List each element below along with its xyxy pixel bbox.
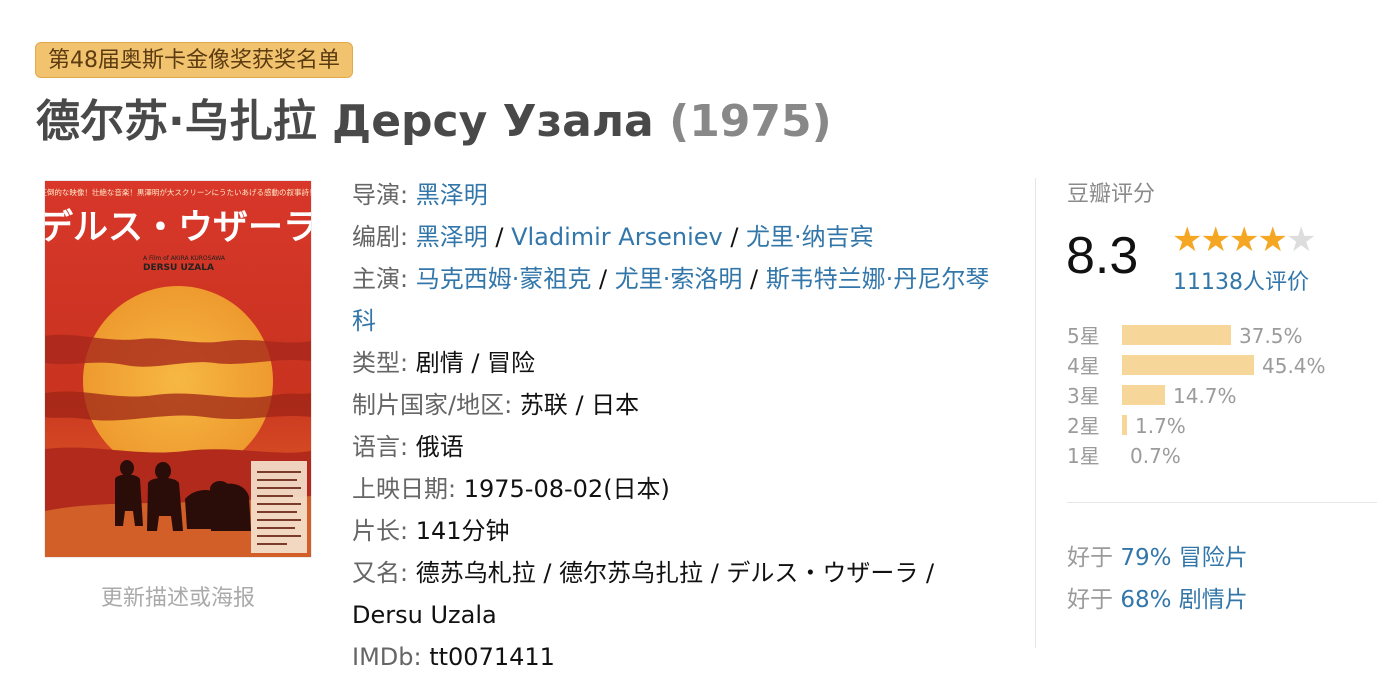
rating-distribution: 5星 37.5% 4星 45.4% 3星 14.7% 2星 1.7% 1星 0.…: [1067, 322, 1367, 472]
info-cast: 主演: 马克西姆·蒙祖克 / 尤里·索洛明 / 斯韦特兰娜·丹尼尔琴科: [352, 265, 990, 335]
info-country: 制片国家/地区: 苏联 / 日本: [352, 391, 640, 419]
rating-row: 1星 0.7%: [1067, 442, 1367, 472]
rating-bar: [1122, 355, 1254, 375]
sidebar-divider: [1035, 178, 1036, 648]
info-runtime: 片长: 141分钟: [352, 517, 510, 545]
info-release: 上映日期: 1975-08-02(日本): [352, 475, 670, 503]
imdb-label: IMDb: [352, 643, 414, 671]
rating-bar: [1122, 325, 1231, 345]
info-director: 导演: 黑泽明: [352, 181, 488, 209]
rating-percent: 1.7%: [1135, 414, 1186, 438]
info-language: 语言: 俄语: [352, 433, 464, 461]
rating-label: 豆瓣评分: [1067, 182, 1156, 207]
poster-sun: [83, 286, 273, 476]
poster-subtitle: DERSU UZALA: [143, 263, 214, 273]
info-genre: 类型: 剧情 / 冒险: [352, 349, 536, 377]
rating-row: 5星 37.5%: [1067, 322, 1367, 352]
better-than-percent-link[interactable]: 79%: [1120, 545, 1171, 571]
rating-row-label: 4星: [1067, 354, 1100, 378]
rating-row: 3星 14.7%: [1067, 382, 1367, 412]
rating-row: 4星 45.4%: [1067, 352, 1367, 382]
rating-votes-link[interactable]: 11138人评价: [1173, 264, 1309, 296]
writers-label: 编剧: [352, 223, 400, 251]
rating-bar: [1122, 385, 1165, 405]
rating-row-label: 3星: [1067, 384, 1100, 408]
star-icon: ★: [1172, 220, 1203, 260]
rating-row-label: 5星: [1067, 324, 1100, 348]
writer-link[interactable]: 黑泽明: [416, 223, 488, 251]
director-label: 导演: [352, 181, 400, 209]
rating-percent: 0.7%: [1130, 444, 1181, 468]
star-empty-icon: ★: [1285, 220, 1317, 260]
runtime-value: 141分钟: [415, 517, 510, 545]
language-label: 语言: [352, 433, 400, 461]
info-writers: 编剧: 黑泽明 / Vladimir Arseniev / 尤里·纳吉宾: [352, 223, 874, 251]
writer-link[interactable]: Vladimir Arseniev: [511, 223, 723, 251]
genre-label: 类型: [352, 349, 400, 377]
rating-row-label: 1星: [1067, 444, 1100, 468]
writer-link[interactable]: 尤里·纳吉宾: [746, 223, 874, 251]
poster-credits-box: [251, 461, 307, 553]
movie-info: 导演: 黑泽明 编剧: 黑泽明 / Vladimir Arseniev / 尤里…: [352, 174, 1012, 678]
better-than-row: 好于 79% 冒险片: [1067, 538, 1248, 572]
rating-bar: [1122, 415, 1127, 435]
rating-stars: ★★★★★: [1172, 220, 1317, 260]
poster-headline: デルス・ウザーラ: [45, 207, 311, 248]
rating-percent: 14.7%: [1173, 384, 1237, 408]
better-than-genre-link[interactable]: 冒险片: [1179, 545, 1248, 571]
star-icon: ★: [1228, 220, 1260, 260]
rating-score: 8.3: [1066, 227, 1139, 285]
poster-credit: A Film of AKIRA KUROSAWA: [143, 255, 226, 262]
rating-row: 2星 1.7%: [1067, 412, 1367, 442]
poster-tagline: 圧倒的な映像！壮絶な音楽！黒澤明が大スクリーンにうたいあげる感動の叙事詩！: [45, 187, 311, 197]
star-icon: ★: [1257, 220, 1288, 260]
release-label: 上映日期: [352, 475, 448, 503]
better-than-percent-link[interactable]: 68%: [1120, 587, 1171, 613]
update-description-link[interactable]: 更新描述或海报: [45, 580, 311, 612]
cast-label: 主演: [352, 265, 400, 293]
better-than-genre-link[interactable]: 剧情片: [1179, 587, 1248, 613]
release-value: 1975-08-02(日本): [463, 475, 670, 503]
title-year: (1975): [669, 96, 832, 147]
country-value: 苏联 / 日本: [519, 391, 640, 419]
language-value: 俄语: [415, 433, 464, 461]
page-title: 德尔苏·乌扎拉 Дерсу Узала (1975): [36, 85, 832, 149]
cast-link[interactable]: 马克西姆·蒙祖克: [416, 265, 592, 293]
info-imdb: IMDb: tt0071411: [352, 643, 555, 671]
rating-divider: [1067, 502, 1377, 503]
better-than-prefix: 好于: [1067, 587, 1113, 613]
award-badge[interactable]: 第48届奥斯卡金像奖获奖名单: [35, 42, 353, 78]
rating-row-label: 2星: [1067, 414, 1100, 438]
rating-percent: 37.5%: [1239, 324, 1303, 348]
better-than-prefix: 好于: [1067, 545, 1113, 571]
info-aka: 又名: 德苏乌札拉 / 德尔苏乌扎拉 / デルス・ウザーラ / Dersu Uz…: [352, 559, 935, 629]
aka-value: 德苏乌札拉 / 德尔苏乌扎拉 / デルス・ウザーラ / Dersu Uzala: [352, 559, 935, 629]
star-icon: ★: [1200, 220, 1231, 260]
runtime-label: 片长: [352, 517, 400, 545]
movie-poster[interactable]: 圧倒的な映像！壮絶な音楽！黒澤明が大スクリーンにうたいあげる感動の叙事詩！ デル…: [45, 181, 311, 557]
imdb-value: tt0071411: [429, 643, 555, 671]
rating-percent: 45.4%: [1262, 354, 1326, 378]
better-than-row: 好于 68% 剧情片: [1067, 580, 1248, 614]
country-label: 制片国家/地区: [352, 391, 505, 419]
aka-label: 又名: [352, 559, 400, 587]
genre-value: 剧情 / 冒险: [415, 349, 536, 377]
cast-link[interactable]: 尤里·索洛明: [615, 265, 743, 293]
title-main: 德尔苏·乌扎拉 Дерсу Узала: [36, 96, 654, 147]
director-link[interactable]: 黑泽明: [416, 181, 488, 209]
